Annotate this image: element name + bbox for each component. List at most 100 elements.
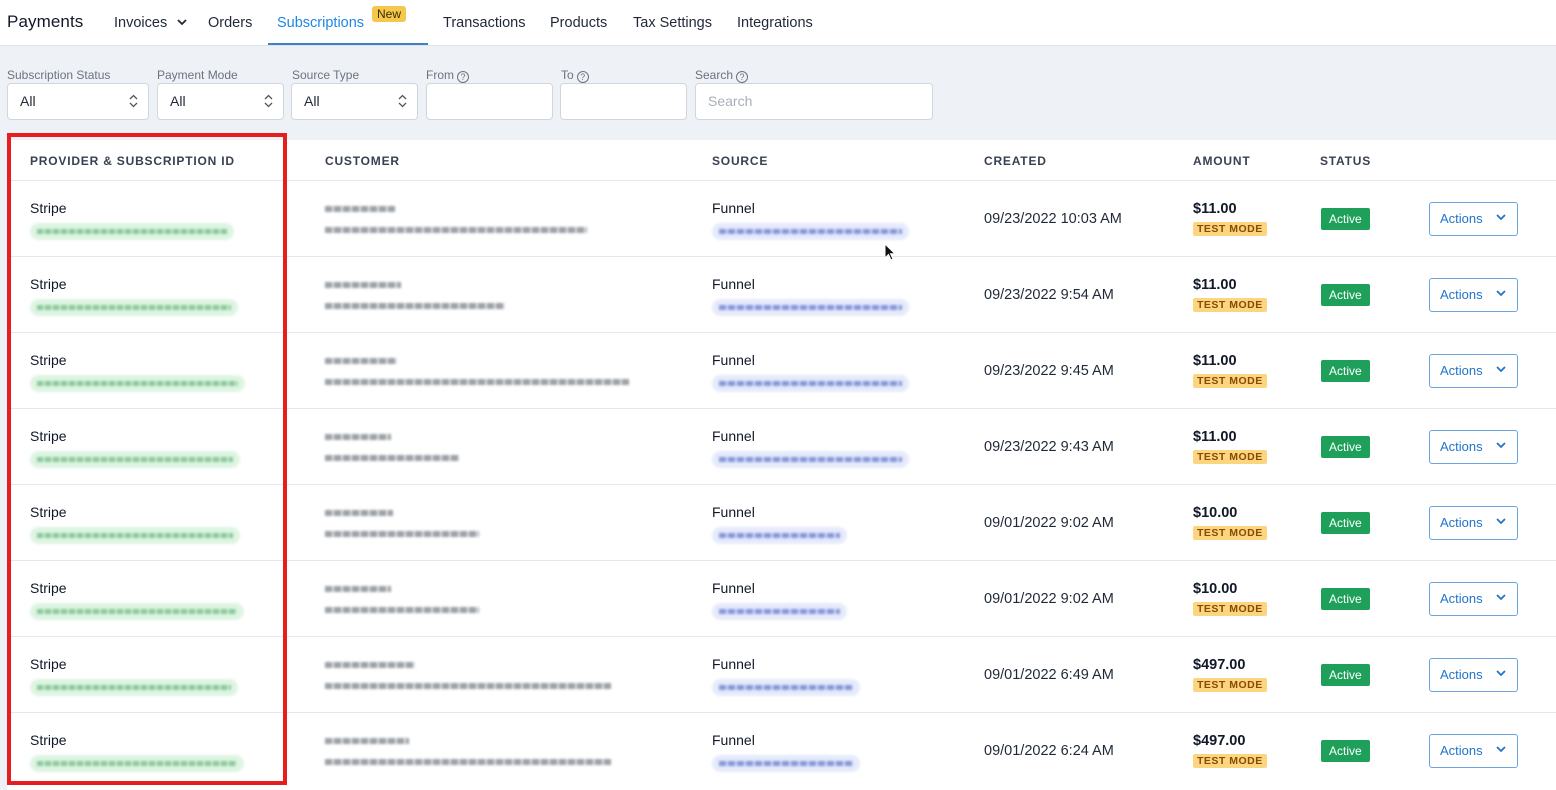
table-row[interactable]: Stripe Funnel 09/23/2022 9:43 AM $11.00 TEST… [7, 408, 1556, 484]
nav-tax-settings[interactable]: Tax Settings [633, 15, 712, 31]
source-link[interactable] [712, 679, 860, 696]
col-provider: PROVIDER & SUBSCRIPTION ID [30, 154, 235, 168]
subscription-id-link[interactable] [30, 223, 234, 240]
actions-button[interactable]: Actions [1429, 582, 1518, 616]
table-row[interactable]: Stripe Funnel 09/01/2022 9:02 AM $10.00 TEST… [7, 484, 1556, 560]
to-label-text: To [561, 68, 574, 82]
nav-integrations[interactable]: Integrations [737, 15, 813, 31]
amount: $497.00 [1193, 657, 1246, 673]
actions-label: Actions [1440, 287, 1483, 302]
help-icon[interactable]: ? [576, 71, 589, 83]
customer-name [325, 586, 391, 592]
status-badge: Active [1321, 360, 1370, 382]
actions-button[interactable]: Actions [1429, 430, 1518, 464]
subscription-id-link[interactable] [30, 755, 244, 772]
actions-button[interactable]: Actions [1429, 354, 1518, 388]
provider-name: Stripe [30, 352, 67, 368]
actions-button[interactable]: Actions [1429, 658, 1518, 692]
source-link[interactable] [712, 603, 847, 620]
table-row[interactable]: Stripe Funnel 09/01/2022 6:24 AM $497.00 TES… [7, 712, 1556, 788]
table-row[interactable]: Stripe Funnel 09/01/2022 9:02 AM $10.00 TEST… [7, 560, 1556, 636]
source-link[interactable] [712, 755, 860, 772]
actions-button[interactable]: Actions [1429, 278, 1518, 312]
subscriptions-table: PROVIDER & SUBSCRIPTION ID CUSTOMER SOUR… [7, 140, 1556, 790]
provider-name: Stripe [30, 504, 67, 520]
nav-invoices[interactable]: Invoices [114, 15, 187, 31]
created-date: 09/01/2022 6:24 AM [984, 743, 1114, 759]
payment-mode-label: Payment Mode [157, 68, 238, 82]
nav-transactions[interactable]: Transactions [443, 15, 525, 31]
source-link[interactable] [712, 223, 909, 240]
payment-mode-select[interactable]: All [157, 83, 284, 120]
customer-email [325, 455, 459, 461]
source-link[interactable] [712, 451, 909, 468]
amount: $497.00 [1193, 733, 1246, 749]
nav-subscriptions[interactable]: Subscriptions [277, 15, 364, 31]
customer-email [325, 303, 505, 309]
amount: $11.00 [1193, 277, 1237, 293]
created-date: 09/01/2022 9:02 AM [984, 515, 1114, 531]
table-row[interactable]: Stripe Funnel 09/23/2022 10:03 AM $11.00 TES… [7, 180, 1556, 256]
to-date-input[interactable] [560, 83, 687, 120]
table-row[interactable]: Stripe Funnel 09/23/2022 9:45 AM $11.00 TEST… [7, 332, 1556, 408]
customer-email [325, 683, 611, 689]
chevron-down-icon [1496, 442, 1506, 449]
source-type: Funnel [712, 656, 755, 672]
actions-label: Actions [1440, 363, 1483, 378]
from-label-text: From [426, 68, 454, 82]
subscription-id-link[interactable] [30, 299, 238, 316]
created-date: 09/23/2022 10:03 AM [984, 211, 1122, 227]
source-type-select[interactable]: All [291, 83, 418, 120]
actions-button[interactable]: Actions [1429, 202, 1518, 236]
customer-name [325, 434, 391, 440]
provider-name: Stripe [30, 732, 67, 748]
source-link[interactable] [712, 527, 847, 544]
status-badge: Active [1321, 284, 1370, 306]
test-mode-badge: TEST MODE [1193, 602, 1267, 616]
actions-label: Actions [1440, 211, 1483, 226]
actions-label: Actions [1440, 743, 1483, 758]
actions-button[interactable]: Actions [1429, 506, 1518, 540]
chevron-down-icon [177, 19, 187, 26]
subscription-id-link[interactable] [30, 527, 240, 544]
filter-bar: Subscription Status All Payment Mode All… [0, 47, 1556, 140]
help-icon[interactable]: ? [736, 71, 749, 83]
actions-label: Actions [1440, 667, 1483, 682]
source-type: Funnel [712, 504, 755, 520]
created-date: 09/01/2022 6:49 AM [984, 667, 1114, 683]
source-type: Funnel [712, 732, 755, 748]
source-type: Funnel [712, 352, 755, 368]
table-row[interactable]: Stripe Funnel 09/01/2022 6:49 AM $497.00 TES… [7, 636, 1556, 712]
chevron-down-icon [1496, 214, 1506, 221]
search-input[interactable]: Search [695, 83, 933, 120]
subscription-id-link[interactable] [30, 451, 240, 468]
test-mode-badge: TEST MODE [1193, 678, 1267, 692]
nav-products[interactable]: Products [550, 15, 607, 31]
source-type: Funnel [712, 200, 755, 216]
status-badge: Active [1321, 436, 1370, 458]
col-source: SOURCE [712, 154, 769, 168]
amount: $11.00 [1193, 429, 1237, 445]
subscription-id-link[interactable] [30, 375, 245, 392]
source-link[interactable] [712, 299, 909, 316]
subscription-id-link[interactable] [30, 603, 244, 620]
nav-orders[interactable]: Orders [208, 15, 252, 31]
customer-email [325, 759, 611, 765]
status-badge: Active [1321, 664, 1370, 686]
updown-chevron-icon [264, 94, 273, 108]
mouse-cursor-icon [884, 243, 896, 261]
col-amount: AMOUNT [1193, 154, 1251, 168]
chevron-down-icon [1496, 518, 1506, 525]
actions-button[interactable]: Actions [1429, 734, 1518, 768]
subscription-id-link[interactable] [30, 679, 238, 696]
help-icon[interactable]: ? [457, 71, 469, 83]
payment-mode-value: All [170, 93, 186, 109]
table-row[interactable]: Stripe Funnel 09/23/2022 9:54 AM $11.00 TEST… [7, 256, 1556, 332]
test-mode-badge: TEST MODE [1193, 222, 1267, 236]
amount: $11.00 [1193, 353, 1237, 369]
subscription-status-select[interactable]: All [7, 83, 149, 120]
source-type-value: All [304, 93, 320, 109]
test-mode-badge: TEST MODE [1193, 450, 1267, 464]
from-date-input[interactable] [426, 83, 553, 120]
source-link[interactable] [712, 375, 909, 392]
